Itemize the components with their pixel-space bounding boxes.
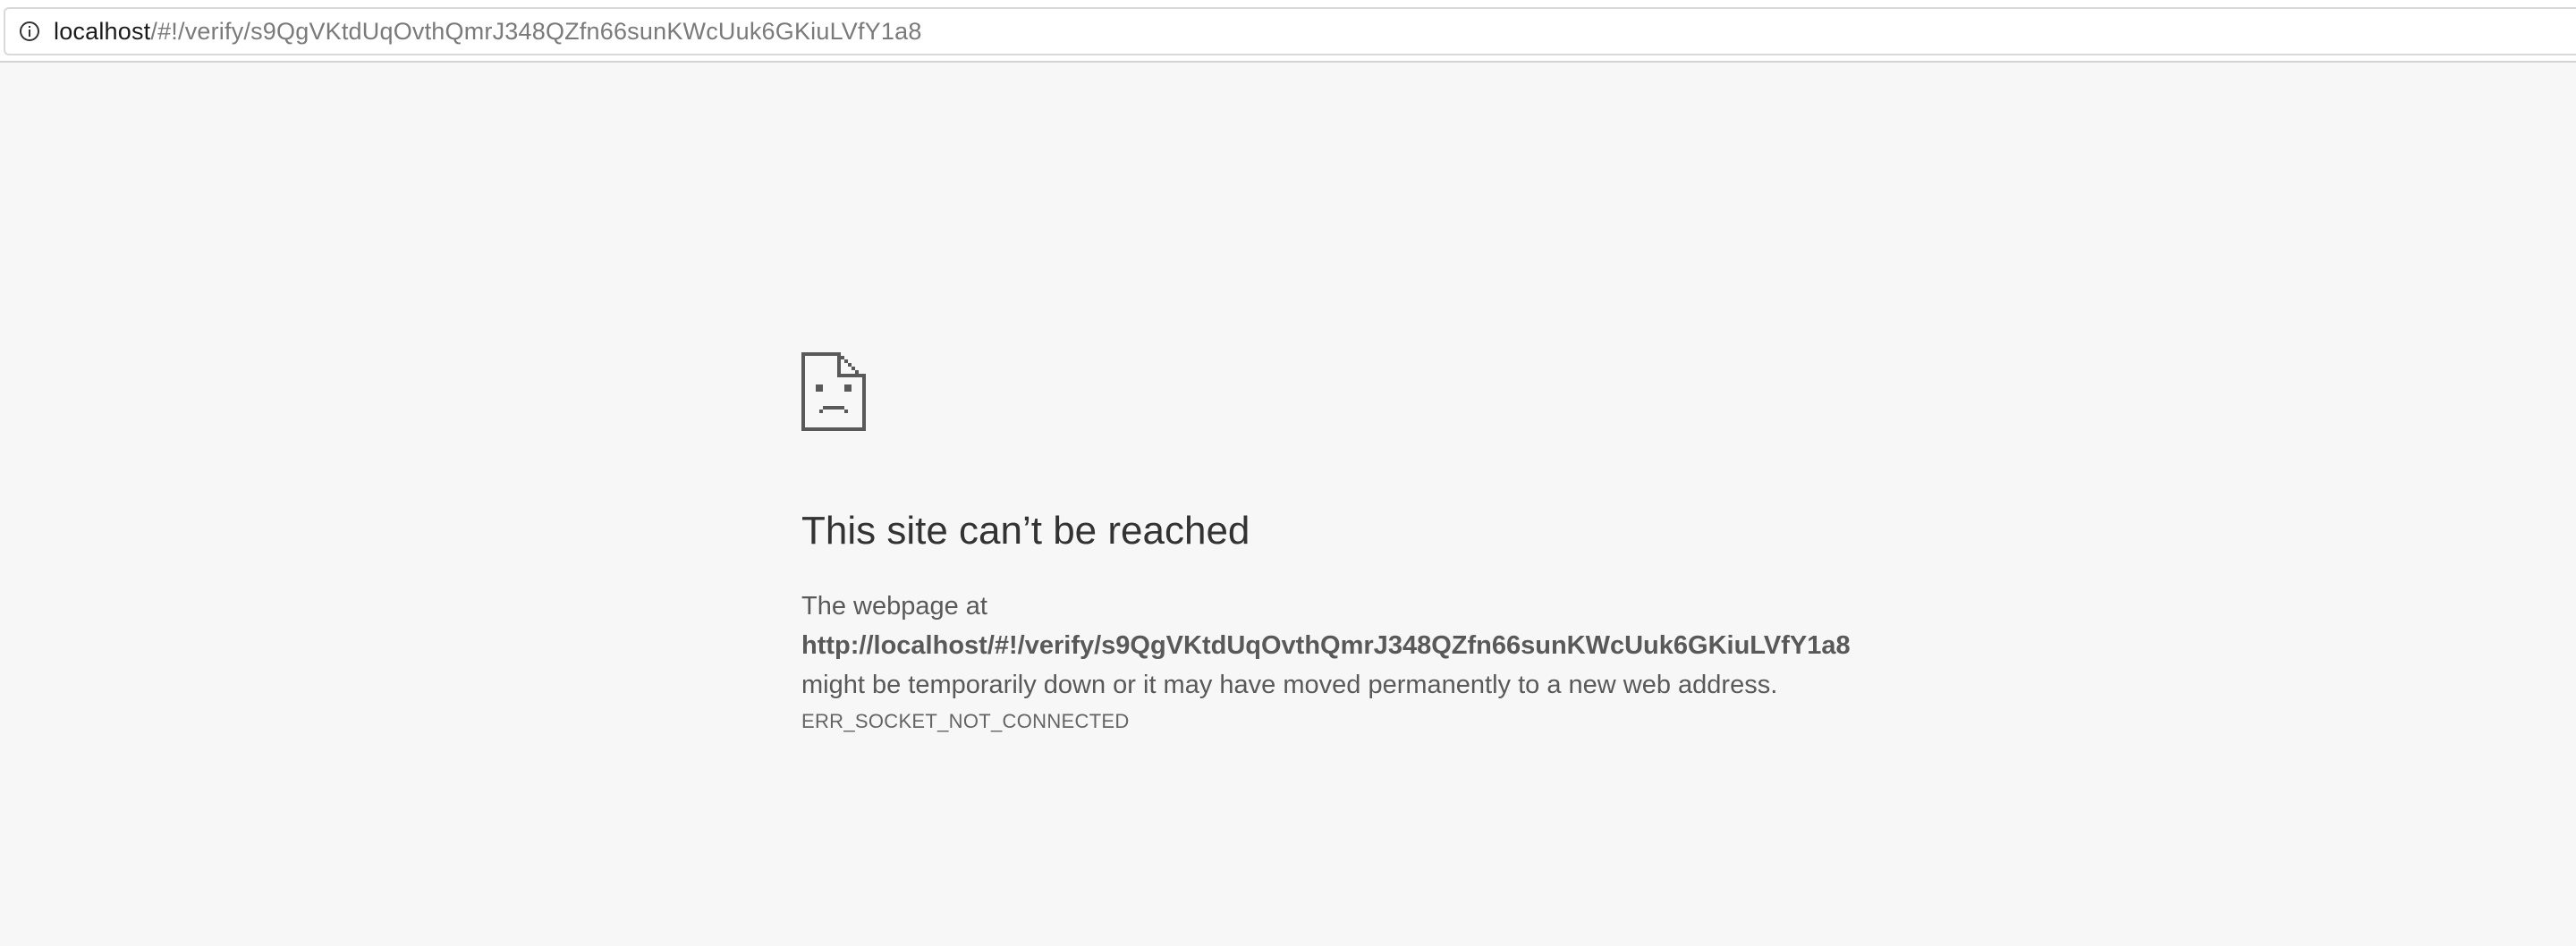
info-icon[interactable] xyxy=(18,20,41,43)
error-message: The webpage at http://localhost/#!/verify… xyxy=(801,587,1870,705)
error-description: might be temporarily down or it may have… xyxy=(801,671,1778,699)
url-path: /#!/verify/s9QgVKtdUqOvthQmrJ348QZfn66su… xyxy=(150,17,922,45)
error-code: ERR_SOCKET_NOT_CONNECTED xyxy=(801,710,1130,732)
error-intro: The webpage at xyxy=(801,592,987,621)
error-title: This site can’t be reached xyxy=(801,509,1250,553)
omnibox[interactable]: localhost/#!/verify/s9QgVKtdUqOvthQmrJ34… xyxy=(4,7,2576,55)
error-content: This site can’t be reached The webpage a… xyxy=(801,352,1875,733)
url-host: localhost xyxy=(54,17,151,45)
error-url: http://localhost/#!/verify/s9QgVKtdUqOvt… xyxy=(801,631,1851,660)
sad-page-icon xyxy=(801,352,866,431)
url-text[interactable]: localhost/#!/verify/s9QgVKtdUqOvthQmrJ34… xyxy=(54,18,922,46)
address-bar: localhost/#!/verify/s9QgVKtdUqOvthQmrJ34… xyxy=(0,0,2576,63)
